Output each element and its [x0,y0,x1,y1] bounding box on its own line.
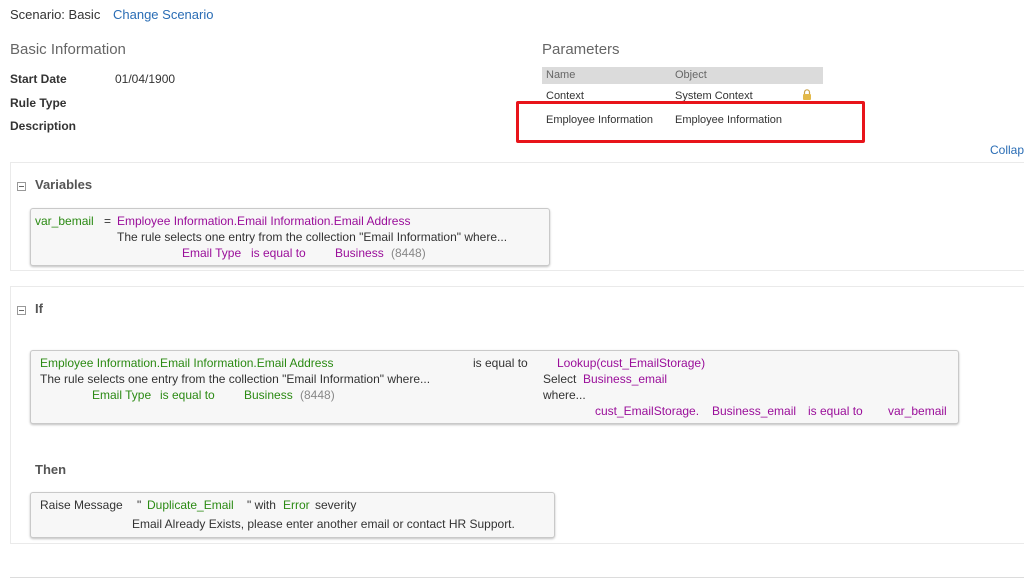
if-condition-operator: is equal to [160,388,215,402]
if-select-field: Business_email [583,372,668,386]
if-section: If Employee Information.Email Informatio… [10,286,1024,544]
if-condition-code: (8448) [300,388,335,402]
rule-type-label: Rule Type [10,96,67,110]
then-action-card[interactable]: Raise Message " Duplicate_Email " with E… [30,492,555,538]
if-condition-card[interactable]: Employee Information.Email Information.E… [30,350,959,424]
then-severity-value: Error [283,498,310,512]
variable-card[interactable]: var_bemail = Employee Information.Email … [30,208,550,266]
start-date-label: Start Date [10,72,67,86]
variable-condition-value: Business [335,246,384,260]
if-title: If [35,301,43,316]
then-quote-close-with: " with [247,498,276,512]
if-lookup-expression: Lookup(cust_EmailStorage) [557,356,706,370]
parameters-title: Parameters [542,41,620,58]
variables-section: Variables var_bemail = Employee Informat… [10,162,1024,271]
if-where-value: var_bemail [888,404,947,418]
if-left-expression: Employee Information.Email Information.E… [40,356,334,370]
variable-selects-text: The rule selects one entry from the coll… [117,230,508,244]
lock-icon [803,89,811,100]
variables-title: Variables [35,177,93,192]
if-where-keyword: where... [543,388,586,402]
if-select-keyword: Select [543,372,577,386]
variable-condition-operator: is equal to [251,246,306,260]
start-date-value: 01/04/1900 [115,72,176,86]
if-condition-value: Business [244,388,293,402]
if-where-operator: is equal to [808,404,863,418]
then-raise-message: Raise Message [40,498,123,512]
variable-name: var_bemail [35,214,94,228]
variable-expression: Employee Information.Email Information.E… [117,214,411,228]
scenario-label: Scenario: Basic [10,7,101,22]
if-comparison-operator: is equal to [473,356,528,370]
parameters-col-object: Object [675,69,707,81]
then-title: Then [35,462,67,477]
if-condition-field: Email Type [92,388,152,402]
collapse-variables-icon[interactable] [17,182,26,191]
collapse-all-link[interactable]: Collap [990,143,1024,157]
variable-condition-field: Email Type [182,246,242,260]
then-severity-word: severity [315,498,357,512]
if-where-field: Business_email [712,404,797,418]
variable-condition-code: (8448) [391,246,426,260]
parameters-col-name: Name [546,69,576,81]
variable-equals: = [104,214,112,228]
change-scenario-link[interactable]: Change Scenario [113,7,213,22]
description-label: Description [10,119,77,133]
if-where-object: cust_EmailStorage. [595,404,700,418]
then-message-text: Email Already Exists, please enter anoth… [132,517,515,531]
then-message-id: Duplicate_Email [147,498,234,512]
footer-divider [10,577,1024,578]
collapse-if-icon[interactable] [17,306,26,315]
highlight-annotation-box [516,101,865,143]
basic-information-title: Basic Information [10,41,126,58]
if-selects-text: The rule selects one entry from the coll… [40,372,431,386]
then-quote-open: " [137,498,142,512]
